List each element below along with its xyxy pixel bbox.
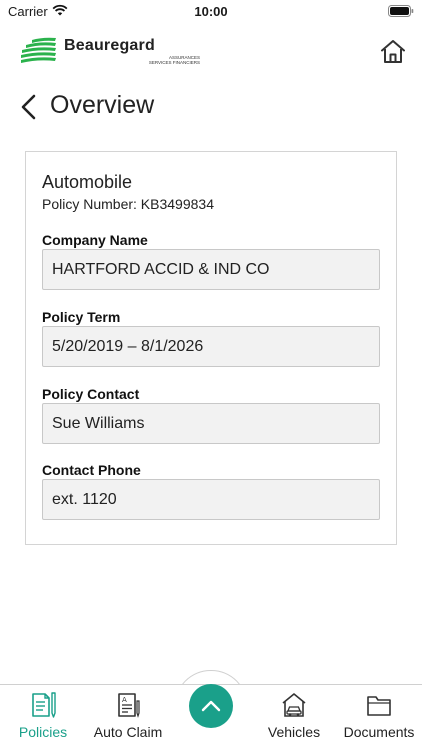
vehicles-icon [282, 693, 306, 717]
chevron-up-icon [201, 700, 221, 712]
documents-folder-icon [367, 696, 391, 716]
tab-documents[interactable]: Documents [336, 685, 422, 750]
brand-logo: Beauregard ASSURANCES SERVICES FINANCIER… [20, 36, 220, 66]
brand-mark-icon [21, 37, 56, 63]
policy-contact-field: Sue Williams [42, 403, 380, 444]
tab-policies[interactable]: Policies [0, 685, 86, 750]
svg-text:A: A [122, 696, 127, 704]
status-time: 10:00 [194, 4, 228, 19]
expand-menu-button[interactable] [189, 684, 233, 728]
home-icon[interactable] [380, 38, 406, 64]
contact-phone-field: ext. 1120 [42, 479, 380, 520]
tab-policies-label: Policies [18, 724, 68, 740]
status-bar: Carrier 10:00 [0, 0, 422, 22]
brand-name: Beauregard [64, 37, 155, 54]
tab-vehicles-label: Vehicles [267, 724, 321, 740]
tab-auto-claim-label: Auto Claim [93, 724, 163, 740]
back-chevron-icon[interactable] [20, 94, 38, 120]
policies-icon [32, 692, 56, 718]
policy-term-field: 5/20/2019 – 8/1/2026 [42, 326, 380, 367]
policy-contact-label: Policy Contact [42, 386, 140, 402]
auto-claim-icon: A [118, 693, 140, 718]
policy-type: Automobile [42, 172, 133, 192]
tab-documents-label: Documents [343, 724, 415, 740]
contact-phone-value: ext. 1120 [52, 491, 117, 508]
tab-auto-claim[interactable]: A Auto Claim [86, 685, 170, 750]
company-name-field: HARTFORD ACCID & IND CO [42, 249, 380, 290]
tab-vehicles[interactable]: Vehicles [252, 685, 336, 750]
policy-number: Policy Number: KB3499834 [42, 196, 214, 212]
company-name-value: HARTFORD ACCID & IND CO [52, 261, 270, 278]
policy-term-label: Policy Term [42, 309, 121, 325]
policy-term-value: 5/20/2019 – 8/1/2026 [52, 338, 204, 355]
page-title: Overview [50, 91, 155, 119]
policy-card: Automobile Policy Number: KB3499834 Comp… [25, 151, 397, 545]
battery-icon [388, 5, 414, 17]
policy-contact-value: Sue Williams [52, 415, 145, 432]
company-name-label: Company Name [42, 232, 148, 248]
contact-phone-label: Contact Phone [42, 462, 141, 478]
brand-tagline: ASSURANCES SERVICES FINANCIERS [148, 55, 200, 65]
